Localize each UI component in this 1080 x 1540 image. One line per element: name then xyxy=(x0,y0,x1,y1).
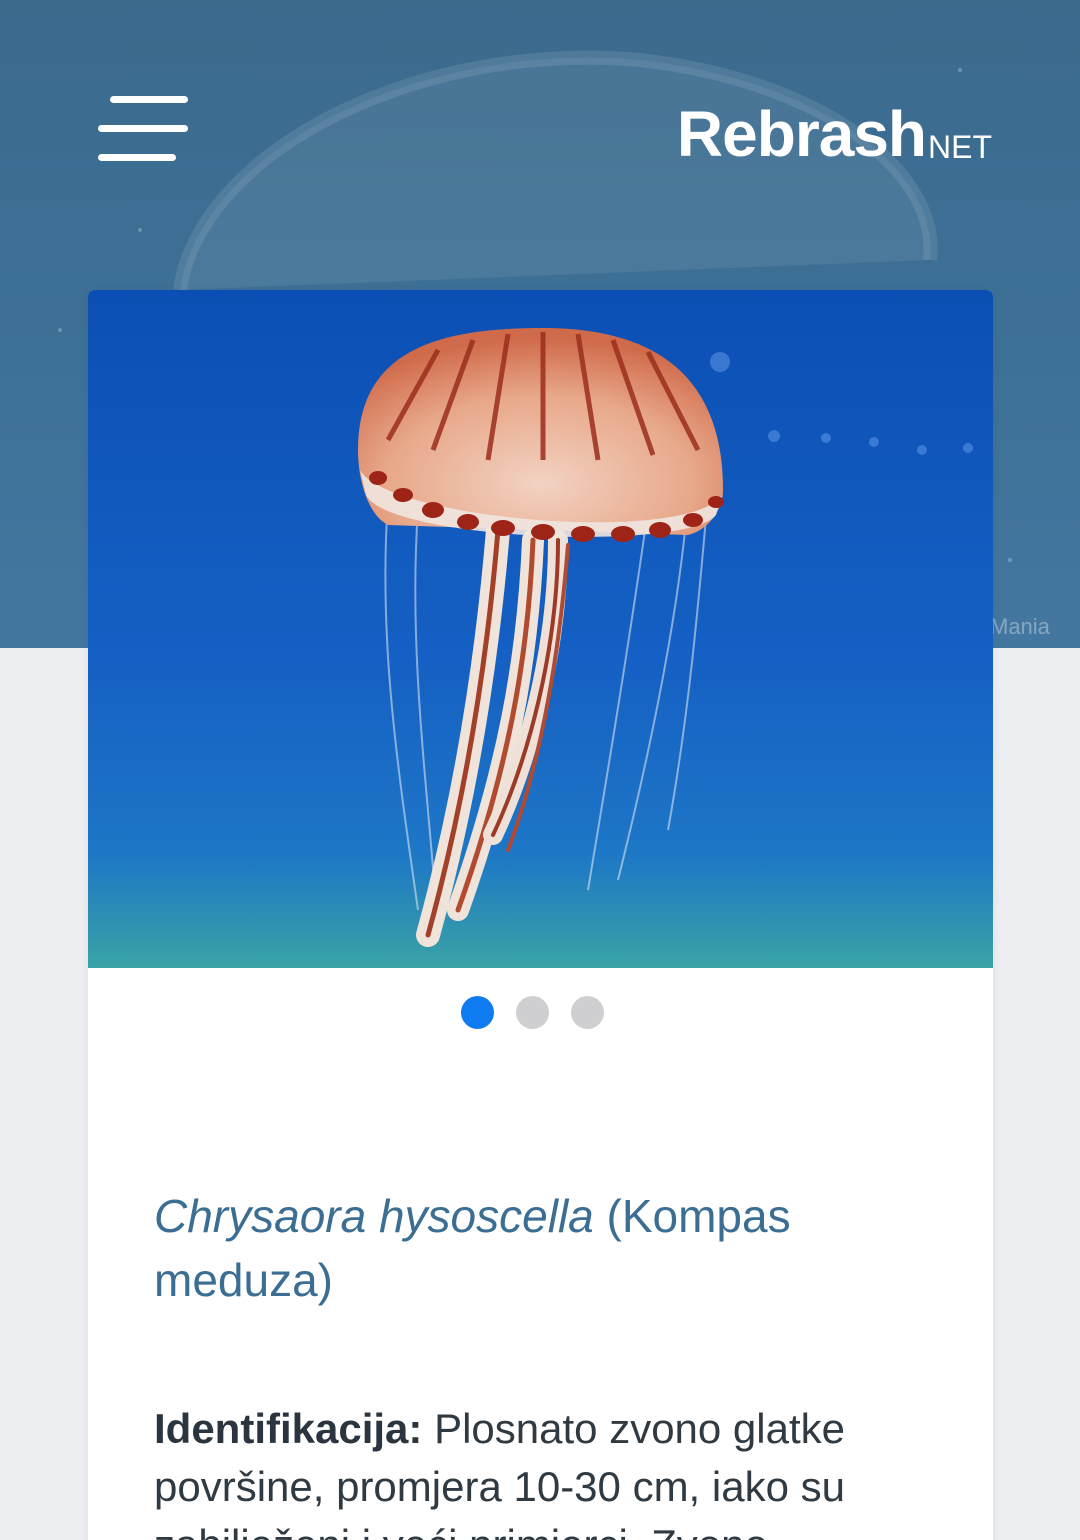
carousel-dot-3[interactable] xyxy=(571,996,604,1029)
species-photo[interactable] xyxy=(88,290,993,968)
menu-line xyxy=(98,154,176,161)
brand-suffix: NET xyxy=(928,129,992,165)
photo-watermark: Mania xyxy=(990,614,1050,639)
carousel-dot-1[interactable] xyxy=(461,996,494,1029)
species-card: Chrysaora hysoscella (Kompas meduza) Ide… xyxy=(88,290,993,1540)
hamburger-menu-icon[interactable] xyxy=(98,96,188,164)
menu-line xyxy=(110,96,188,103)
species-latin-name: Chrysaora hysoscella xyxy=(154,1190,594,1242)
carousel-dot-2[interactable] xyxy=(516,996,549,1029)
species-title: Chrysaora hysoscella (Kompas meduza) xyxy=(154,1184,914,1312)
page: Rebrash NET Mania Chrysaora hysoscella (… xyxy=(0,0,1080,1540)
species-description: Identifikacija: Plosnato zvono glatke po… xyxy=(154,1400,934,1540)
brand-name: Rebrash xyxy=(676,98,927,170)
carousel-indicators xyxy=(88,996,985,1030)
brand-logo[interactable]: Rebrash NET xyxy=(677,96,992,166)
description-label: Identifikacija: xyxy=(154,1405,423,1452)
jellyfish-image xyxy=(88,290,993,968)
menu-line xyxy=(98,125,188,132)
